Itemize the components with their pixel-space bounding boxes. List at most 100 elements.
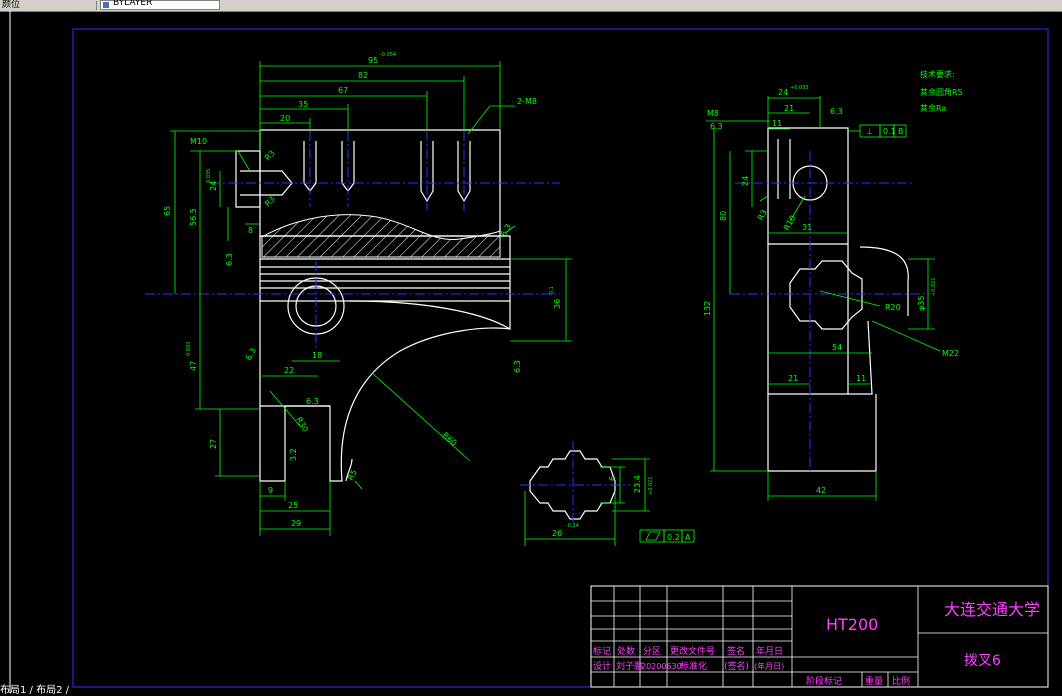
layer-icon [103, 2, 109, 8]
svg-text:处数: 处数 [617, 645, 635, 657]
svg-text:132: 132 [703, 301, 712, 316]
svg-text:M8: M8 [707, 109, 719, 118]
svg-text:R3: R3 [263, 149, 277, 163]
svg-text:6: 6 [608, 476, 617, 481]
svg-text:22: 22 [284, 366, 294, 375]
svg-text:26: 26 [552, 529, 562, 538]
svg-text:2-M8: 2-M8 [517, 97, 537, 106]
svg-text:82: 82 [358, 71, 368, 80]
svg-text:B: B [898, 127, 904, 136]
svg-text:6.3: 6.3 [499, 222, 513, 238]
title-block: HT200 大连交通大学 拨叉6 标记 处数 分区 更改文件号 签名 年月日 设… [590, 585, 1049, 688]
part-name-label: 拨叉6 [964, 653, 1001, 669]
svg-text:80: 80 [719, 211, 728, 221]
svg-text:54: 54 [832, 343, 842, 352]
svg-text:18: 18 [312, 351, 322, 360]
tech-requirements: 技术要求: 其余圆角R5 其余Ra [920, 69, 963, 113]
svg-text:47: 47 [189, 361, 198, 371]
svg-text:0.033: 0.033 [186, 342, 192, 356]
svg-text:35: 35 [298, 100, 308, 109]
drawing-canvas[interactable]: 95 -0.054 82 67 35 20 2-M8 M10 65 56.5 2… [0, 11, 1062, 693]
svg-text:签名: 签名 [727, 645, 745, 657]
svg-text:29: 29 [291, 519, 301, 528]
svg-text:67: 67 [338, 86, 348, 95]
svg-text:-0.14: -0.14 [566, 523, 579, 529]
svg-text:R3: R3 [756, 208, 769, 222]
svg-text:标记: 标记 [593, 645, 611, 657]
svg-text:36: 36 [553, 299, 562, 309]
svg-text:11: 11 [856, 374, 866, 383]
layer-dropdown[interactable]: BYLAYER [100, 0, 220, 10]
svg-text:R5: R5 [346, 468, 359, 482]
svg-text:+0.033: +0.033 [790, 85, 809, 91]
right-view [767, 127, 909, 472]
svg-text:R30: R30 [294, 416, 310, 434]
svg-text:R20: R20 [885, 303, 901, 312]
svg-text:R10: R10 [782, 214, 798, 232]
svg-text:31: 31 [802, 223, 812, 232]
svg-text:A: A [685, 533, 691, 542]
svg-text:6.3: 6.3 [225, 253, 234, 266]
svg-text:-0.1: -0.1 [549, 286, 555, 296]
toolbar-separator [96, 1, 97, 10]
svg-text:刘子鹏: 刘子鹏 [616, 660, 643, 672]
svg-text:标准化: 标准化 [680, 660, 707, 672]
svg-text:8: 8 [248, 226, 253, 235]
svg-text:20: 20 [280, 114, 290, 123]
svg-text:R60: R60 [441, 431, 459, 448]
svg-text:R3: R3 [263, 195, 277, 209]
spline-centerlines [520, 441, 630, 531]
svg-text:25: 25 [288, 501, 298, 510]
svg-text:0.1: 0.1 [883, 127, 896, 136]
svg-text:M22: M22 [942, 349, 959, 358]
svg-text:-0.054: -0.054 [380, 52, 396, 58]
svg-text:56.5: 56.5 [189, 208, 198, 226]
svg-text:6.3: 6.3 [513, 360, 522, 373]
svg-text:φ35: φ35 [917, 296, 926, 311]
svg-text:0.035: 0.035 [206, 169, 212, 183]
svg-text:20200630: 20200630 [641, 662, 682, 671]
svg-text:年月日: 年月日 [756, 645, 783, 657]
svg-text:24: 24 [741, 176, 750, 186]
svg-text:65: 65 [163, 206, 172, 216]
svg-text:比例: 比例 [892, 675, 910, 687]
svg-text:M10: M10 [190, 137, 207, 146]
svg-text:9: 9 [268, 486, 273, 495]
svg-text:6.3: 6.3 [306, 397, 319, 406]
layout-tabs[interactable]: 布局1 / 布局2 / [0, 681, 69, 696]
svg-text:其余圆角R5: 其余圆角R5 [920, 87, 963, 97]
svg-text:设计: 设计 [593, 660, 611, 672]
svg-text:技术要求:: 技术要求: [920, 69, 955, 79]
left-view-dimensions [170, 61, 572, 536]
svg-text:23.4: 23.4 [633, 475, 642, 493]
svg-text:21: 21 [784, 104, 794, 113]
svg-text:⊥: ⊥ [866, 127, 873, 136]
layer-dropdown-value: BYLAYER [113, 0, 153, 8]
layer-label: 颜位 [2, 0, 21, 10]
svg-text:(年月日): (年月日) [754, 661, 784, 671]
svg-text:其余Ra: 其余Ra [920, 103, 946, 113]
svg-text:21: 21 [788, 374, 798, 383]
svg-text:95: 95 [368, 56, 378, 65]
svg-text:重量: 重量 [865, 675, 883, 687]
svg-text:阶段标记: 阶段标记 [806, 675, 842, 687]
right-view-dim-labels: 24 +0.033 21 11 M8 24 80 R3 R10 31 132 R… [703, 85, 959, 495]
svg-text:11: 11 [772, 119, 782, 128]
svg-text:3.2: 3.2 [289, 448, 298, 461]
svg-text:24: 24 [778, 88, 788, 97]
svg-text:(签名): (签名) [724, 660, 749, 672]
svg-text:+0.021: +0.021 [648, 476, 654, 495]
svg-text:6.3: 6.3 [830, 107, 843, 116]
svg-text:6.3: 6.3 [244, 346, 258, 362]
university-label: 大连交通大学 [944, 600, 1040, 619]
svg-text:+0.021: +0.021 [931, 277, 937, 296]
svg-text:27: 27 [209, 439, 218, 449]
left-view-dim-labels: 95 -0.054 82 67 35 20 2-M8 M10 65 56.5 2… [163, 52, 562, 528]
svg-text:42: 42 [816, 486, 826, 495]
right-view-dimensions [706, 96, 941, 501]
svg-text:分区: 分区 [643, 646, 661, 657]
svg-text:6.3: 6.3 [710, 122, 723, 131]
material-label: HT200 [826, 615, 878, 634]
svg-text:0.2: 0.2 [667, 533, 680, 542]
svg-text:更改文件号: 更改文件号 [670, 645, 715, 657]
